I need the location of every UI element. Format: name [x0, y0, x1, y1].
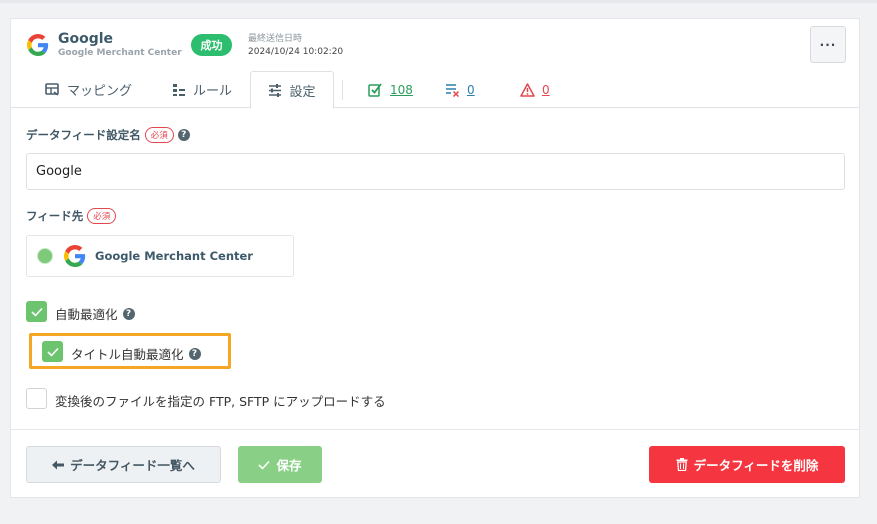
ftp-upload-label-row: 変換後のファイルを指定の FTP, SFTP にアップロードする — [55, 391, 386, 410]
tab-settings[interactable]: 設定 — [250, 71, 334, 109]
delete-button-label: データフィードを削除 — [693, 458, 819, 473]
more-options-button[interactable]: ··· — [810, 26, 846, 63]
check-list-icon — [368, 83, 382, 97]
arrow-left-icon — [52, 460, 65, 469]
help-icon[interactable]: ? — [122, 307, 135, 320]
tab-separator — [342, 80, 343, 100]
feed-name-label: データフィード設定名 — [26, 128, 141, 142]
save-button-label: 保存 — [276, 458, 302, 473]
check-icon — [258, 460, 271, 470]
auto-optimize-label-row: 自動最適化 ? — [55, 304, 135, 323]
warning-icon — [520, 82, 535, 97]
check-icon — [30, 307, 43, 317]
rules-icon — [173, 83, 185, 96]
footer-divider — [11, 429, 859, 430]
title-optimize-label-row: タイトル自動最適化 ? — [71, 344, 201, 363]
destination-radio[interactable] — [37, 248, 53, 264]
tab-warning-count[interactable]: 0 — [520, 71, 550, 108]
delete-feed-button[interactable]: データフィードを削除 — [649, 446, 845, 483]
list-x-icon — [446, 83, 460, 97]
tab-excluded-count[interactable]: 0 — [445, 71, 475, 108]
google-logo-icon — [64, 245, 86, 267]
auto-optimize-checkbox[interactable] — [26, 301, 47, 322]
status-badge: 成功 — [191, 34, 232, 56]
last-sent-time: 2024/10/24 10:02:20 — [248, 47, 344, 57]
sliders-icon — [269, 83, 282, 97]
feed-name-label-row: データフィード設定名 必須 ? — [26, 127, 190, 143]
brand-subtitle: Google Merchant Center — [58, 48, 182, 58]
help-icon[interactable]: ? — [188, 347, 201, 360]
tab-rules[interactable]: ルール — [172, 71, 232, 108]
ftp-upload-checkbox[interactable] — [26, 388, 47, 409]
top-strip — [0, 0, 877, 3]
feed-name-input[interactable] — [26, 153, 845, 190]
check-icon — [46, 347, 59, 357]
auto-optimize-label: 自動最適化 — [55, 307, 118, 322]
title-optimize-checkbox[interactable] — [42, 341, 63, 362]
ftp-upload-label: 変換後のファイルを指定の FTP, SFTP にアップロードする — [55, 394, 386, 409]
save-button[interactable]: 保存 — [238, 446, 322, 483]
back-button-label: データフィード一覧へ — [70, 458, 195, 473]
tab-bar: マッピング ルール 設定 108 0 0 — [11, 71, 859, 109]
destination-label: フィード先 — [26, 209, 84, 223]
feed-settings-card: Google Google Merchant Center 成功 最終送信日時 … — [10, 18, 860, 498]
destination-option[interactable]: Google Merchant Center — [26, 235, 294, 277]
help-icon[interactable]: ? — [177, 129, 190, 141]
trash-icon — [676, 458, 688, 471]
google-logo-icon — [27, 34, 49, 56]
excluded-count: 0 — [467, 82, 475, 97]
destination-name: Google Merchant Center — [95, 249, 253, 263]
tab-mapping-label: マッピング — [67, 84, 133, 99]
brand-name: Google — [58, 31, 114, 47]
valid-count: 108 — [390, 82, 413, 97]
required-badge: 必須 — [144, 127, 174, 143]
tab-rules-label: ルール — [193, 84, 233, 99]
required-badge: 必須 — [87, 208, 117, 224]
back-to-feed-list-button[interactable]: データフィード一覧へ — [26, 446, 221, 483]
warning-count: 0 — [542, 82, 550, 97]
tab-mapping[interactable]: マッピング — [45, 71, 132, 108]
title-optimize-label: タイトル自動最適化 — [71, 347, 184, 362]
last-sent-label: 最終送信日時 — [248, 34, 303, 44]
destination-label-row: フィード先 必須 — [26, 208, 117, 224]
tab-settings-label: 設定 — [289, 84, 316, 100]
mapping-icon — [45, 82, 59, 96]
tab-valid-count[interactable]: 108 — [368, 71, 413, 108]
